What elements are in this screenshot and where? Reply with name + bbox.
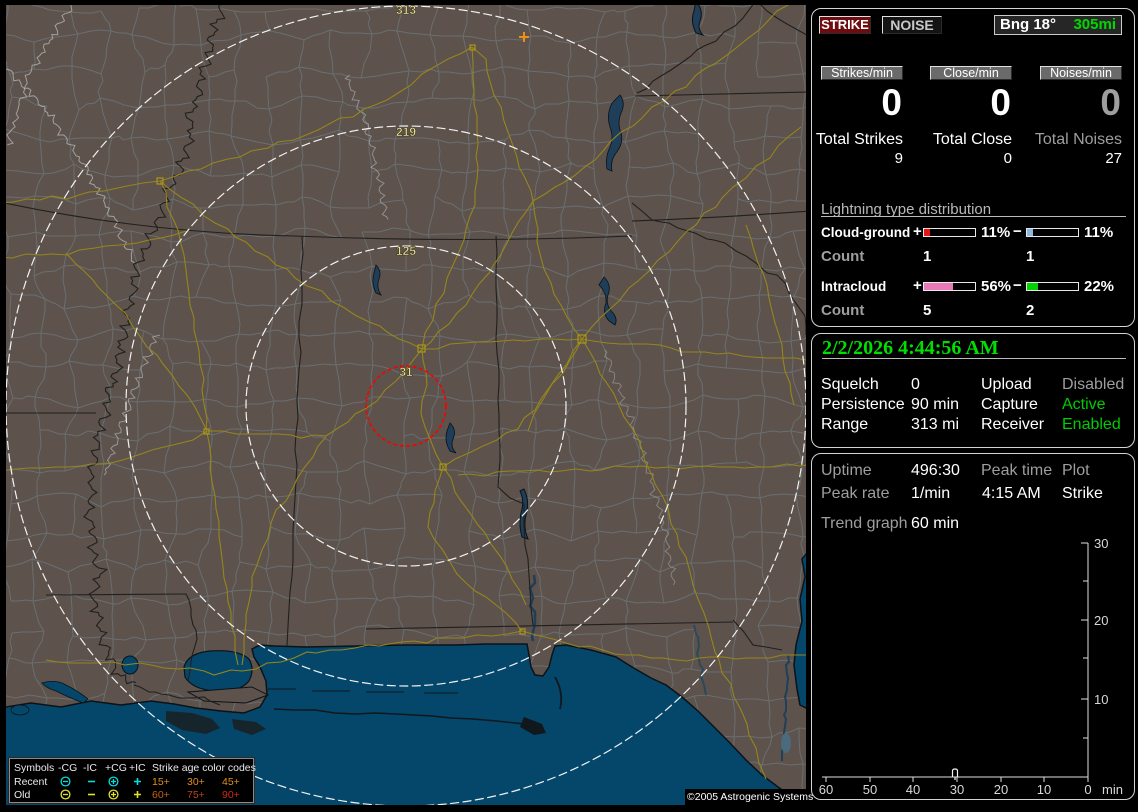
svg-text:min: min <box>1102 782 1123 797</box>
svg-text:31: 31 <box>399 365 413 379</box>
svg-text:313: 313 <box>396 5 416 17</box>
svg-text:0: 0 <box>1084 782 1091 797</box>
svg-text:40: 40 <box>906 782 920 797</box>
svg-text:10: 10 <box>1094 692 1108 707</box>
svg-text:10: 10 <box>1037 782 1051 797</box>
svg-text:30: 30 <box>950 782 964 797</box>
svg-text:60: 60 <box>819 782 833 797</box>
svg-text:125: 125 <box>396 244 416 258</box>
svg-text:20: 20 <box>994 782 1008 797</box>
svg-text:20: 20 <box>1094 613 1108 628</box>
svg-text:30: 30 <box>1094 536 1108 551</box>
svg-text:219: 219 <box>396 125 416 139</box>
svg-text:50: 50 <box>863 782 877 797</box>
